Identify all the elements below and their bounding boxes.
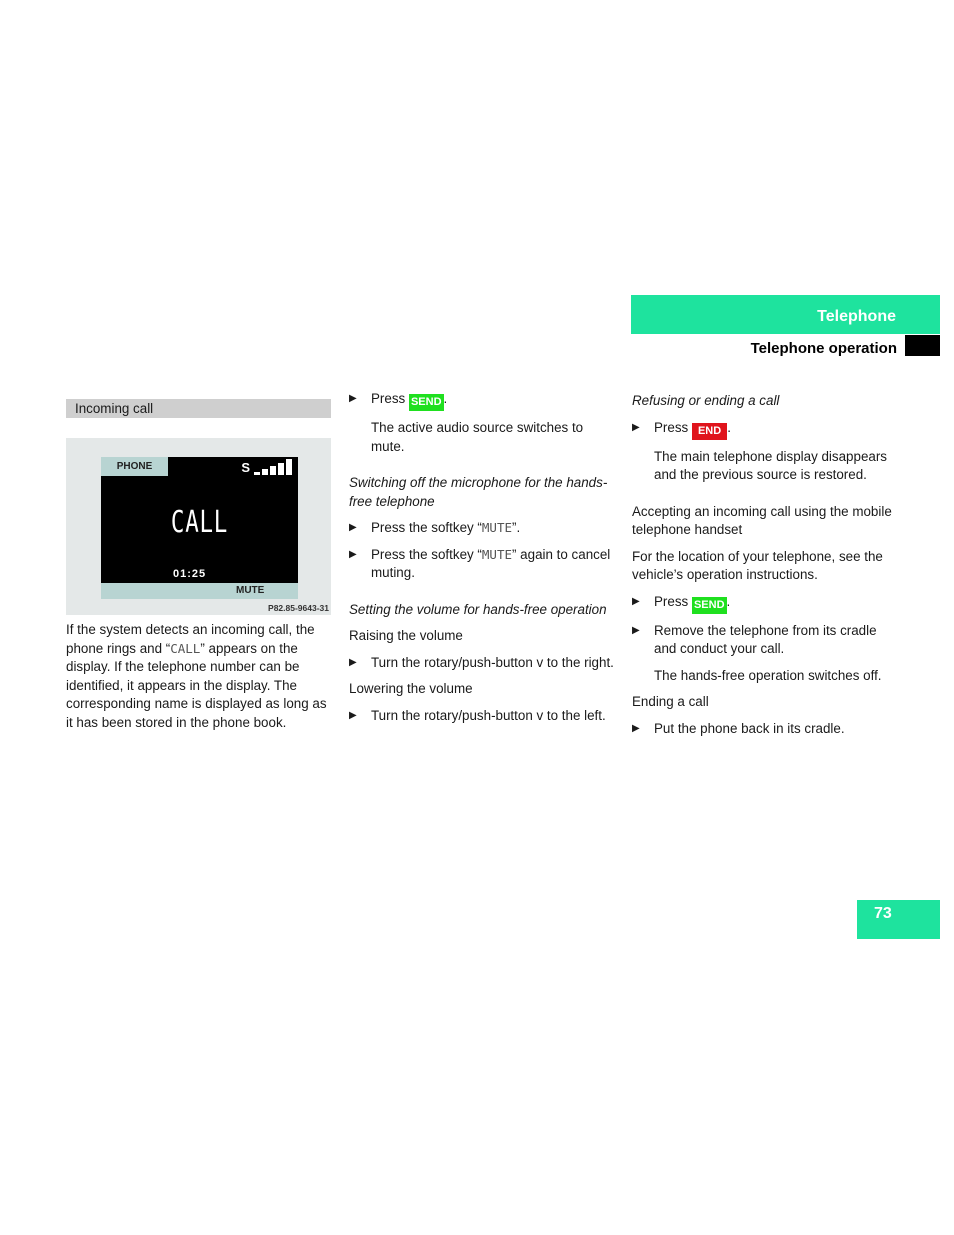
display-text-call: CALL xyxy=(170,640,201,656)
signal-bar-icon xyxy=(262,469,268,475)
section-title: Telephone xyxy=(817,308,896,325)
call-timer: 01:25 xyxy=(173,568,207,580)
signal-label: S xyxy=(241,460,250,475)
column-hands-free: ▶ Press SEND. The active audio source sw… xyxy=(349,390,617,725)
page-number: 73 xyxy=(874,905,892,922)
signal-bar-icon xyxy=(278,463,284,475)
send-key-icon: SEND xyxy=(691,596,727,614)
bullet-arrow-icon: ▶ xyxy=(632,624,640,636)
send-key-icon: SEND xyxy=(408,394,444,411)
subsection-title: Telephone operation xyxy=(750,340,897,357)
step-press-mute: ▶ Press the softkey “MUTE”. xyxy=(349,519,617,538)
section-header-bar: Telephone xyxy=(631,295,940,334)
step-press-send: ▶ Press SEND. xyxy=(632,593,902,614)
text: ”. xyxy=(512,520,521,535)
heading-refuse-call: Refusing or ending a call xyxy=(632,393,780,408)
phone-display-screen: PHONE S CALL 01:25 xyxy=(101,457,298,599)
bullet-arrow-icon: ▶ xyxy=(632,595,640,607)
column-refuse-accept: Refusing or ending a call ▶ Press END. T… xyxy=(632,390,902,738)
step-result: The active audio source switches to mute… xyxy=(371,420,584,454)
step-press-send: ▶ Press SEND. xyxy=(349,390,617,411)
page-number-tab: 73 xyxy=(857,900,940,939)
heading-accept-handset: Accepting an incoming call using the mob… xyxy=(632,503,892,538)
signal-bar-icon xyxy=(270,466,276,475)
step-remove-phone: ▶ Remove the telephone from its cradle a… xyxy=(632,622,902,659)
accept-intro: For the location of your telephone, see … xyxy=(632,548,883,583)
text: . xyxy=(726,593,731,609)
heading-mic-off: Switching off the microphone for the han… xyxy=(349,475,608,509)
text: Press xyxy=(654,593,692,609)
text: Press xyxy=(654,419,692,435)
phone-tab-label: PHONE xyxy=(101,457,168,476)
bullet-arrow-icon: ▶ xyxy=(349,393,357,404)
bullet-arrow-icon: ▶ xyxy=(632,421,640,433)
step-put-phone-back: ▶ Put the phone back in its cradle. xyxy=(632,720,902,739)
column-incoming-call: Incoming call PHONE S CALL 01:25 MUTE P8… xyxy=(66,390,331,732)
bullet-arrow-icon: ▶ xyxy=(349,709,357,721)
text: Turn the rotary/push-button v to the rig… xyxy=(371,654,614,670)
step-result: The main telephone display disappears an… xyxy=(654,448,887,483)
text: Press the softkey “ xyxy=(371,520,482,535)
text: Press the softkey “ xyxy=(371,546,482,562)
label-raise-volume: Raising the volume xyxy=(349,628,463,643)
step-press-mute-again: ▶ Press the softkey “MUTE” again to canc… xyxy=(349,546,617,583)
bullet-arrow-icon: ▶ xyxy=(349,522,357,533)
text: Turn the rotary/push-button v to the lef… xyxy=(371,707,606,723)
signal-bar-icon xyxy=(286,459,292,475)
display-illustration: PHONE S CALL 01:25 MUTE P82.85-9643-31 xyxy=(66,438,331,615)
text: Put the phone back in its cradle. xyxy=(654,720,845,736)
label-lower-volume: Lowering the volume xyxy=(349,681,473,696)
incoming-call-description: If the system detects an incoming call, … xyxy=(66,621,331,732)
figure-caption: Incoming call xyxy=(66,399,331,418)
signal-bar-icon xyxy=(254,472,260,475)
mute-softkey-label: MUTE xyxy=(236,585,265,596)
mute-softkey-text: MUTE xyxy=(481,546,512,562)
mute-softkey-text: MUTE xyxy=(481,520,512,535)
call-display-text: CALL xyxy=(170,505,229,540)
bullet-arrow-icon: ▶ xyxy=(349,656,357,668)
text: Remove the telephone from its cradle and… xyxy=(654,622,877,657)
step-result: The hands-free operation switches off. xyxy=(654,667,882,683)
step-raise-volume: ▶ Turn the rotary/push-button v to the r… xyxy=(349,654,617,673)
text: Press xyxy=(371,391,409,406)
heading-volume: Setting the volume for hands-free operat… xyxy=(349,601,607,617)
text: . xyxy=(727,419,731,435)
bullet-arrow-icon: ▶ xyxy=(632,722,640,734)
signal-strength-indicator: S xyxy=(241,459,292,475)
end-key-icon: END xyxy=(691,422,728,440)
figure-code: P82.85-9643-31 xyxy=(268,603,329,613)
text: . xyxy=(443,391,448,406)
step-lower-volume: ▶ Turn the rotary/push-button v to the l… xyxy=(349,707,617,726)
step-press-end: ▶ Press END. xyxy=(632,419,902,440)
label-ending-call: Ending a call xyxy=(632,694,709,709)
thumb-tab-marker xyxy=(905,335,940,356)
softkey-bar: MUTE xyxy=(101,583,298,599)
bullet-arrow-icon: ▶ xyxy=(349,548,357,560)
